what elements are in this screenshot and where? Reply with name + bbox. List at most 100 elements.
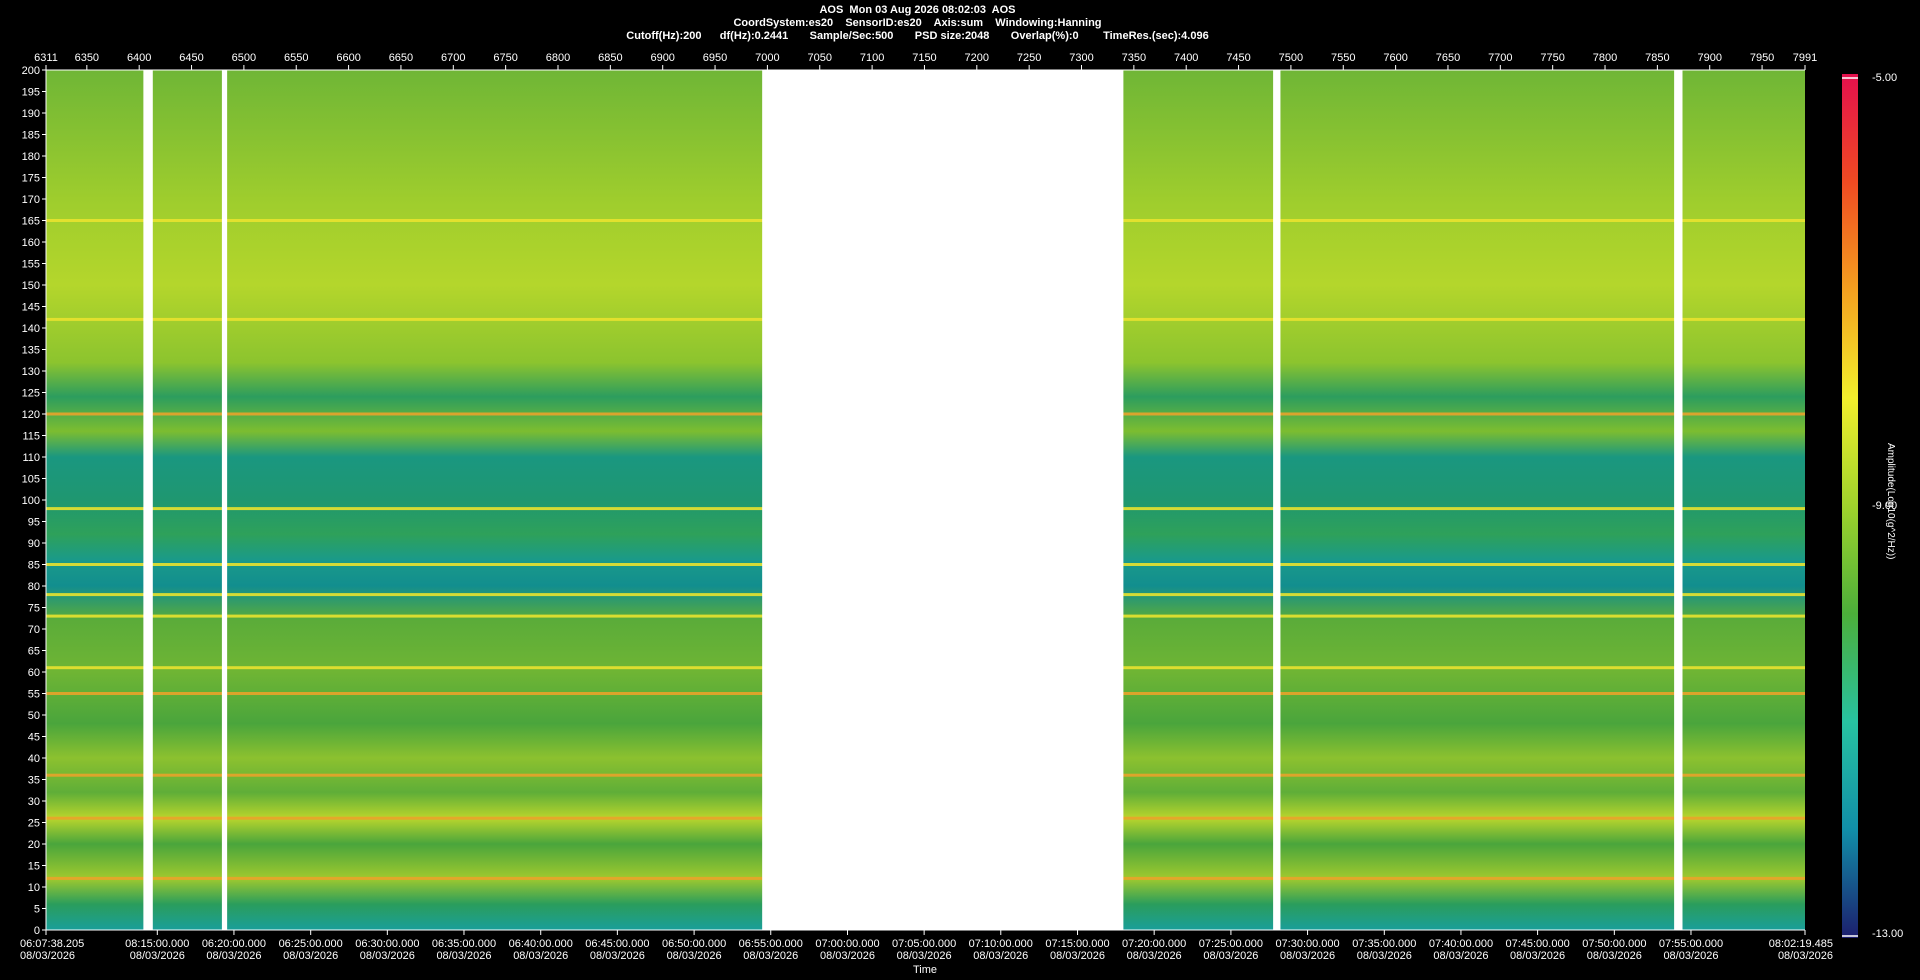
top-tick-label: 6350 [75, 52, 99, 64]
y-tick: 35 [28, 775, 46, 787]
top-tick: 6700 [441, 52, 466, 70]
time-tick-date: 08/03/2026 [1778, 950, 1833, 962]
y-tick: 60 [28, 667, 46, 679]
top-tick-label: 7350 [1122, 52, 1146, 64]
y-tick-label: 170 [22, 194, 40, 206]
top-tick-label: 7250 [1017, 52, 1041, 64]
y-tick: 95 [28, 517, 46, 529]
time-tick-time: 07:05:00.000 [892, 938, 956, 950]
y-tick-label: 95 [28, 517, 40, 529]
y-tick: 185 [22, 130, 46, 142]
y-tick: 80 [28, 581, 46, 593]
plot-area [46, 70, 1805, 930]
y-tick: 40 [28, 753, 46, 765]
y-tick: 75 [28, 603, 46, 615]
top-tick-label: 7650 [1436, 52, 1460, 64]
y-tick: 175 [22, 173, 46, 185]
time-tick-time: 07:55:00.000 [1659, 938, 1723, 950]
top-tick-label: 7850 [1645, 52, 1669, 64]
top-tick-label: 7750 [1540, 52, 1564, 64]
y-tick: 125 [22, 388, 46, 400]
top-tick-label: 7700 [1488, 52, 1512, 64]
top-tick-label: 7050 [808, 52, 832, 64]
colorbar-min-label: -13.00 [1872, 928, 1904, 940]
top-tick: 6550 [284, 52, 308, 70]
y-tick-label: 140 [22, 323, 40, 335]
time-tick: 06:07:38.20508/03/2026 [20, 930, 84, 962]
y-tick: 155 [22, 259, 46, 271]
y-tick: 5 [34, 904, 46, 916]
colorbar [1842, 74, 1858, 938]
time-tick: 07:20:00.00008/03/2026 [1122, 930, 1186, 962]
top-tick: 6650 [389, 52, 413, 70]
time-tick: 06:30:00.00008/03/2026 [355, 930, 419, 962]
top-tick: 7750 [1540, 52, 1565, 70]
time-tick-time: 08:15:00.000 [125, 938, 189, 950]
time-tick: 08:15:00.00008/03/2026 [125, 930, 189, 962]
y-tick-label: 125 [22, 388, 40, 400]
top-tick-label: 6600 [336, 52, 360, 64]
time-tick: 06:55:00.00008/03/2026 [739, 930, 803, 962]
y-tick: 25 [28, 818, 46, 830]
y-tick-label: 180 [22, 151, 40, 163]
spectrogram-chart: 0 5 10 15 20 25 30 35 40 45 50 55 60 65 70 75 80 85 90 95 10… [20, 52, 1858, 962]
top-tick: 7450 [1226, 52, 1251, 70]
time-tick-date: 08/03/2026 [436, 950, 491, 962]
y-tick: 120 [22, 409, 46, 421]
top-tick-label: 6311 [34, 52, 58, 64]
time-tick-date: 08/03/2026 [1050, 950, 1105, 962]
y-tick: 100 [22, 495, 46, 507]
top-tick: 7700 [1488, 52, 1513, 70]
time-tick-time: 07:15:00.000 [1045, 938, 1109, 950]
time-tick: 07:45:00.00008/03/2026 [1505, 930, 1570, 962]
y-tick-label: 40 [28, 753, 40, 765]
time-tick-time: 06:07:38.205 [20, 938, 84, 950]
y-tick-label: 5 [34, 904, 40, 916]
top-tick: 7900 [1697, 52, 1722, 70]
time-tick-time: 06:40:00.000 [509, 938, 573, 950]
time-tick-date: 08/03/2026 [820, 950, 875, 962]
top-tick: 6500 [232, 52, 256, 70]
time-tick-time: 07:00:00.000 [815, 938, 879, 950]
y-tick: 90 [28, 538, 46, 550]
top-tick-label: 6750 [493, 52, 517, 64]
data-gap [1273, 70, 1281, 930]
top-tick: 7800 [1593, 52, 1617, 70]
y-tick: 170 [22, 194, 46, 206]
top-tick: 7000 [755, 52, 780, 70]
y-tick-label: 200 [22, 65, 40, 77]
top-tick-label: 6450 [179, 52, 203, 64]
top-tick: 6400 [127, 52, 151, 70]
y-tick-label: 25 [28, 818, 40, 830]
time-tick: 06:25:00.00008/03/2026 [279, 930, 343, 962]
top-tick: 7100 [860, 52, 884, 70]
time-tick-time: 06:25:00.000 [279, 938, 343, 950]
y-tick: 115 [22, 431, 46, 443]
time-tick-date: 08/03/2026 [590, 950, 645, 962]
y-tick-label: 80 [28, 581, 40, 593]
top-tick-label: 6400 [127, 52, 151, 64]
top-tick-label: 7600 [1383, 52, 1407, 64]
y-tick: 15 [28, 861, 46, 873]
data-gap [1674, 70, 1683, 930]
top-tick: 6750 [493, 52, 518, 70]
top-tick-label: 7991 [1793, 52, 1817, 64]
y-tick: 180 [22, 151, 46, 163]
top-tick: 7350 [1122, 52, 1146, 70]
y-tick: 10 [28, 882, 46, 894]
y-tick-label: 45 [28, 732, 40, 744]
colorbar-label: Amplitude(Log10(g^2/Hz)) [1885, 443, 1896, 560]
time-tick-date: 08/03/2026 [667, 950, 722, 962]
y-tick: 105 [22, 474, 46, 486]
y-tick: 130 [22, 366, 46, 378]
time-tick-date: 08/03/2026 [1127, 950, 1182, 962]
y-tick: 165 [22, 216, 46, 228]
time-tick-date: 08/03/2026 [743, 950, 798, 962]
top-tick: 7650 [1436, 52, 1460, 70]
y-tick: 45 [28, 732, 46, 744]
y-tick-label: 100 [22, 495, 40, 507]
time-tick-time: 06:45:00.000 [585, 938, 649, 950]
y-tick-label: 90 [28, 538, 40, 550]
time-tick-date: 08/03/2026 [1510, 950, 1565, 962]
y-tick-label: 130 [22, 366, 40, 378]
